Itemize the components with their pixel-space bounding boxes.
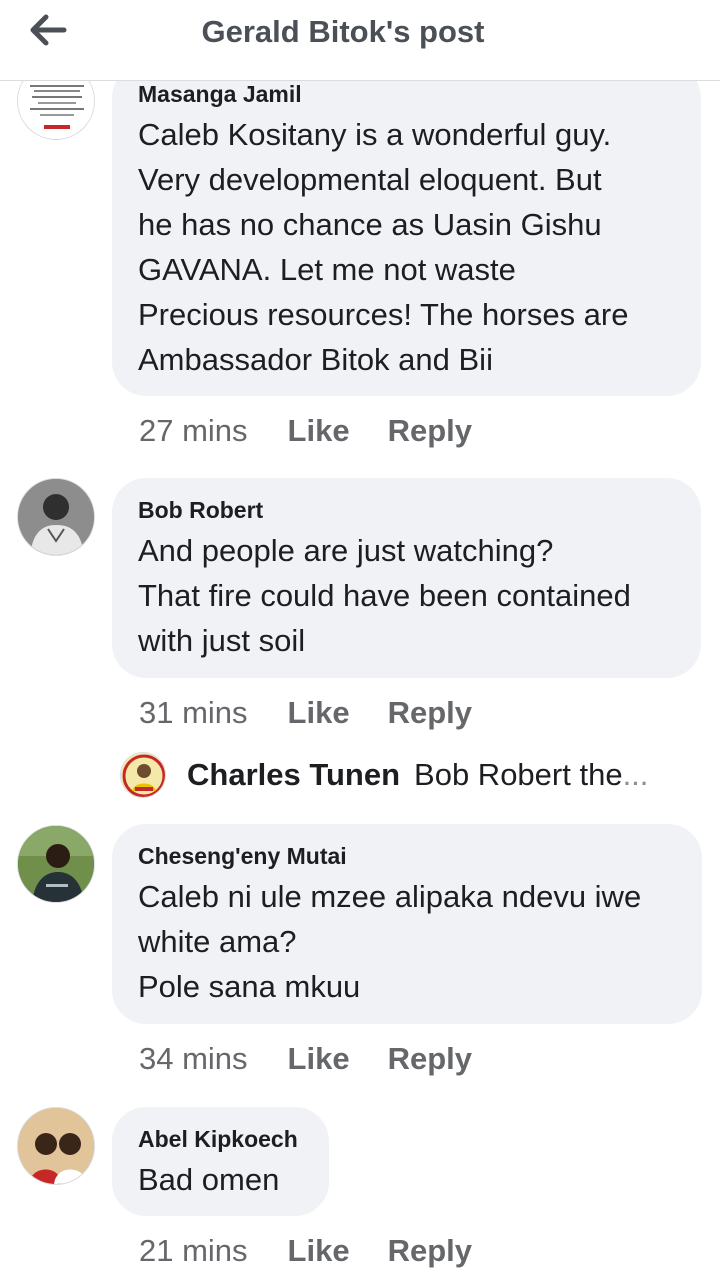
comment-text: And people are just watching? That fire … — [138, 533, 631, 658]
comment-actions: 21 mins Like Reply — [139, 1231, 510, 1271]
comment-timestamp[interactable]: 31 mins — [139, 695, 248, 731]
reply-button[interactable]: Reply — [388, 695, 472, 731]
comment-timestamp[interactable]: 21 mins — [139, 1233, 248, 1269]
comment-timestamp[interactable]: 34 mins — [139, 1041, 248, 1077]
top-bar: Gerald Bitok's post — [0, 0, 720, 81]
comment-timestamp[interactable]: 27 mins — [139, 413, 248, 449]
reply-button[interactable]: Reply — [388, 1041, 472, 1077]
comment-author[interactable]: Masanga Jamil — [138, 79, 675, 109]
reply-preview[interactable]: Charles Tunen Bob Robert the... — [120, 750, 700, 800]
comment-bubble: Bob Robert And people are just watching?… — [112, 478, 701, 678]
avatar[interactable] — [17, 478, 95, 556]
comment-actions: 31 mins Like Reply — [139, 693, 510, 733]
comment-text: Caleb ni ule mzee alipaka ndevu iwe whit… — [138, 879, 642, 1004]
reply-snippet: Bob Robert the — [414, 757, 623, 792]
reply-button[interactable]: Reply — [388, 1233, 472, 1269]
comment-bubble: Cheseng'eny Mutai Caleb ni ule mzee alip… — [112, 824, 702, 1024]
comment-author[interactable]: Cheseng'eny Mutai — [138, 841, 676, 871]
comment-actions: 27 mins Like Reply — [139, 411, 510, 451]
reply-ellipsis: ... — [622, 757, 649, 792]
avatar[interactable] — [17, 1107, 95, 1185]
comment-bubble: Abel Kipkoech Bad omen — [112, 1107, 329, 1216]
reply-author[interactable]: Charles Tunen — [187, 757, 400, 793]
comment-author[interactable]: Abel Kipkoech — [138, 1124, 303, 1154]
like-button[interactable]: Like — [288, 1041, 350, 1077]
page-title: Gerald Bitok's post — [201, 14, 485, 49]
like-button[interactable]: Like — [288, 695, 350, 731]
comment-actions: 34 mins Like Reply — [139, 1039, 510, 1079]
like-button[interactable]: Like — [288, 413, 350, 449]
reply-button[interactable]: Reply — [388, 413, 472, 449]
comment-bubble: Masanga Jamil Caleb Kositany is a wonder… — [112, 64, 701, 396]
like-button[interactable]: Like — [288, 1233, 350, 1269]
comment-author[interactable]: Bob Robert — [138, 495, 675, 525]
avatar[interactable] — [17, 825, 95, 903]
comment-text: Bad omen — [138, 1162, 280, 1197]
comment-text: Caleb Kositany is a wonderful guy. Very … — [138, 117, 629, 377]
avatar[interactable] — [120, 752, 166, 798]
